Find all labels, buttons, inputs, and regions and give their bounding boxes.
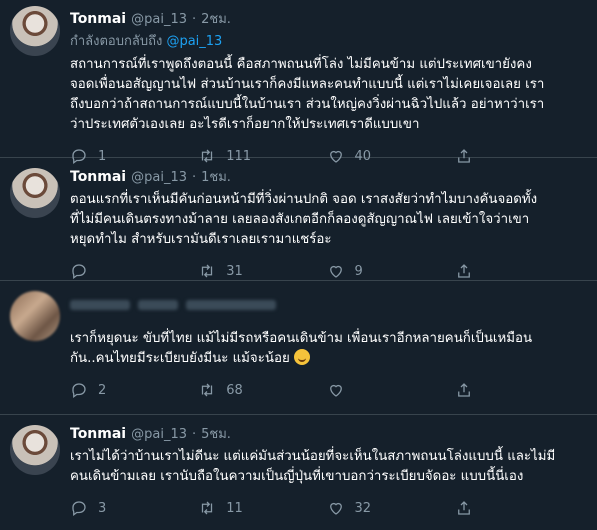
heart-icon [329,265,342,278]
heart-icon [329,384,342,397]
timestamp[interactable]: 5ชม. [201,423,231,444]
user-handle[interactable]: @pai_13 [131,427,187,442]
tweet-header: Tonmai @pai_13 · 1ชม. [70,166,583,186]
timestamp[interactable]: 1ชม. [201,166,231,187]
share-button[interactable] [455,262,583,280]
share-button[interactable] [455,381,583,399]
avatar[interactable] [10,6,60,56]
separator-dot: · [191,170,197,185]
tweet[interactable]: Tonmai @pai_13 · 2ชม. กำลังตอบกลับถึง @p… [0,0,597,165]
tweet[interactable]: Tonmai @pai_13 · 5ชม. เราไม่ได้ว่าบ้านเร… [0,415,597,530]
tweet-text: สถานการณ์ที่เราพูดถึงตอนนี้ คือสภาพถนนที… [70,57,545,132]
tweet-header: Tonmai @pai_13 · 5ชม. [70,423,583,443]
reply-count: 2 [98,382,107,398]
share-icon [457,383,470,397]
retweet-icon [202,383,213,397]
retweet-button[interactable]: 31 [198,262,326,280]
like-count: 32 [354,500,372,516]
display-name[interactable]: Tonmai [70,11,126,27]
avatar[interactable] [10,425,60,475]
like-count: 9 [354,263,363,279]
tweet-header: Tonmai @pai_13 · 2ชม. [70,8,583,28]
user-handle[interactable]: @pai_13 [131,170,187,185]
avatar[interactable] [10,168,60,218]
tweet[interactable]: Tonmai @pai_13 · 1ชม. ตอนแรกที่เราเห็นมี… [0,158,597,281]
timestamp[interactable]: 2ชม. [201,8,231,29]
tweet-actions: 2 68 [70,379,583,401]
retweet-count: 31 [226,263,243,279]
smiling-sweat-emoji [293,349,310,365]
like-button[interactable] [327,381,455,399]
timeline: Tonmai @pai_13 · 2ชม. กำลังตอบกลับถึง @p… [0,0,597,530]
reply-count: 3 [98,500,107,516]
like-button[interactable]: 32 [327,499,455,517]
like-button[interactable]: 9 [327,262,455,280]
reply-icon [72,264,86,280]
retweet-count: 11 [226,500,243,516]
blurred-header [70,295,583,315]
share-button[interactable] [455,499,583,517]
retweet-count: 68 [226,382,243,398]
retweet-icon [202,501,213,515]
tweet-text: ตอนแรกที่เราเห็นมีคันก่อนหน้ามีที่วิ่งผ่… [70,192,538,247]
tweet[interactable]: เราก็หยุดนะ ขับที่ไทย แม้ไม่มีรถหรือคนเด… [0,281,597,415]
share-icon [457,264,470,278]
heart-icon [329,502,342,515]
replying-to-label: กำลังตอบกลับถึง [70,34,163,49]
retweet-icon [202,264,213,278]
reply-button[interactable] [70,262,198,280]
share-icon [457,501,470,515]
tweet-actions: 3 11 32 [70,497,583,519]
display-name[interactable]: Tonmai [70,169,126,185]
display-name[interactable]: Tonmai [70,426,126,442]
tweet-actions: 31 9 [70,260,583,282]
retweet-button[interactable]: 11 [198,499,326,517]
retweet-button[interactable]: 68 [198,381,326,399]
tweet-text: เราไม่ได้ว่าบ้านเราไม่ดีนะ แต่แค่มันส่วน… [70,449,556,484]
blurred-avatar[interactable] [10,291,60,341]
reply-icon [72,383,86,399]
reply-button[interactable]: 2 [70,381,198,399]
replying-to: กำลังตอบกลับถึง @pai_13 [70,30,583,51]
separator-dot: · [191,12,197,27]
tweet-text: เราก็หยุดนะ ขับที่ไทย แม้ไม่มีรถหรือคนเด… [70,329,583,369]
separator-dot: · [191,427,197,442]
reply-icon [72,501,86,517]
user-handle[interactable]: @pai_13 [131,12,187,27]
replying-to-handle-link[interactable]: @pai_13 [166,34,222,49]
reply-button[interactable]: 3 [70,499,198,517]
